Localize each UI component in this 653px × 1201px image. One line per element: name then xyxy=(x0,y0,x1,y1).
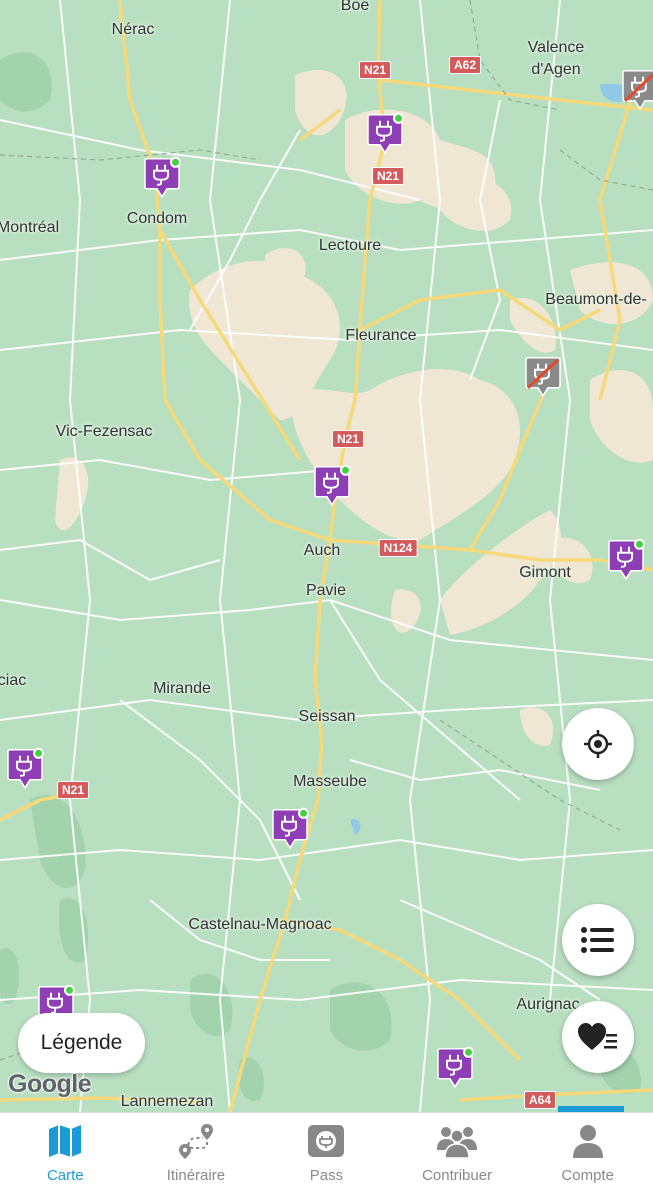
charging-plug-disabled-icon xyxy=(622,70,653,111)
tab-contribuer[interactable]: Contribuer xyxy=(392,1113,523,1201)
road-shield: N21 xyxy=(358,61,392,79)
place-label: Condom xyxy=(126,210,188,227)
place-label: Lannemezan xyxy=(120,1093,214,1110)
place-label: Castelnau-Magnoac xyxy=(188,916,332,933)
place-label: d'Agen xyxy=(531,61,581,78)
tab-carte[interactable]: Carte xyxy=(0,1113,131,1201)
tab-label: Pass xyxy=(309,1167,344,1184)
charging-plug-disabled-icon xyxy=(525,357,561,398)
place-label: ciac xyxy=(0,672,27,689)
favorites-button[interactable] xyxy=(562,1001,634,1073)
charging-station-marker[interactable] xyxy=(143,156,181,201)
place-label: Mirande xyxy=(153,680,211,697)
place-label: Lectoure xyxy=(318,237,382,254)
place-label: Valence xyxy=(527,39,585,56)
road-shield: A64 xyxy=(523,1091,557,1109)
tab-itineraire[interactable]: Itinéraire xyxy=(131,1113,262,1201)
charging-station-marker-disabled[interactable] xyxy=(524,356,562,400)
availability-dot xyxy=(33,747,44,759)
tab-label: Itinéraire xyxy=(166,1167,226,1184)
legend-button[interactable]: Légende xyxy=(18,1013,145,1073)
tab-compte[interactable]: Compte xyxy=(522,1113,653,1201)
charging-station-marker[interactable] xyxy=(436,1046,474,1091)
place-label: Aurignac xyxy=(516,996,580,1013)
map-icon xyxy=(45,1121,85,1161)
tab-pass[interactable]: Pass xyxy=(261,1113,392,1201)
place-label: Pavie xyxy=(305,582,347,599)
list-icon xyxy=(581,927,614,953)
availability-dot xyxy=(64,984,75,996)
route-icon xyxy=(176,1121,216,1161)
availability-dot xyxy=(634,538,645,550)
availability-dot xyxy=(340,464,351,476)
place-label: Montréal xyxy=(0,219,60,236)
charging-station-marker[interactable] xyxy=(366,112,404,157)
road-shield: N124 xyxy=(378,539,418,557)
availability-dot xyxy=(170,156,181,168)
tab-label: Compte xyxy=(561,1167,614,1184)
charging-station-marker[interactable] xyxy=(607,538,645,583)
place-label: Nérac xyxy=(111,21,155,38)
locate-me-button[interactable] xyxy=(562,708,634,780)
bottom-tab-bar: Carte Itinéraire Pass Contribuer Compte xyxy=(0,1112,653,1201)
place-label: Auch xyxy=(303,542,341,559)
road-shield: N21 xyxy=(371,167,405,185)
tab-label: Contribuer xyxy=(422,1167,493,1184)
person-icon xyxy=(568,1121,608,1161)
availability-dot xyxy=(463,1046,474,1058)
road-shield: A62 xyxy=(448,56,482,74)
availability-dot xyxy=(393,112,404,124)
crosshair-icon xyxy=(584,730,612,758)
road-shield: N21 xyxy=(331,430,365,448)
charging-station-marker[interactable] xyxy=(271,807,309,852)
place-label: Seissan xyxy=(298,708,356,725)
place-label: Beaumont-de- xyxy=(545,291,647,308)
road-shield: N21 xyxy=(56,781,90,799)
list-view-button[interactable] xyxy=(562,904,634,976)
heart-list-icon xyxy=(578,1023,617,1050)
map-view[interactable]: Boe Nérac Valence d'Agen Condom Montréal… xyxy=(0,0,653,1112)
google-attribution: Google xyxy=(8,1070,92,1098)
availability-dot xyxy=(298,807,309,819)
place-label: Masseube xyxy=(293,773,367,790)
charging-station-marker[interactable] xyxy=(6,747,44,792)
charging-card-icon xyxy=(306,1121,346,1161)
place-label: Fleurance xyxy=(345,327,417,344)
place-label: Gimont xyxy=(519,564,571,581)
charging-station-marker-disabled[interactable] xyxy=(621,69,653,113)
place-label: Vic-Fezensac xyxy=(55,423,153,440)
tab-label: Carte xyxy=(46,1167,84,1184)
people-icon xyxy=(437,1121,478,1161)
charging-station-marker[interactable] xyxy=(313,464,351,509)
place-label: Boe xyxy=(340,0,370,14)
